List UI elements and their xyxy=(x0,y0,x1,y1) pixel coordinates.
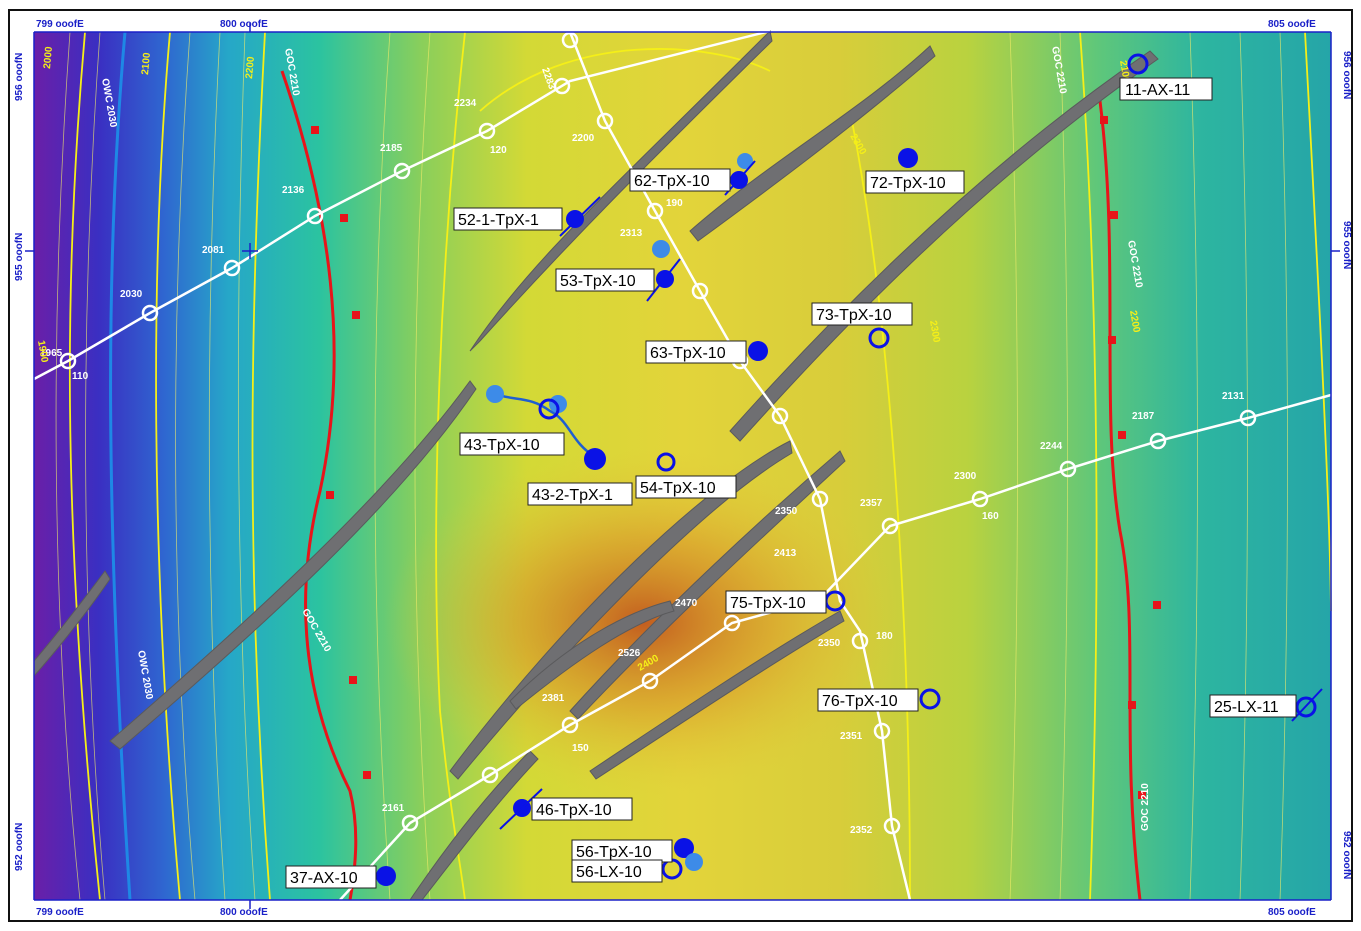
station-label: 2161 xyxy=(382,803,405,814)
station-label: 150 xyxy=(572,743,589,754)
contour-label: 2200 xyxy=(244,56,257,80)
map-frame: 2200 2283 2200 2313 190 1965 110 2030 20… xyxy=(8,9,1353,922)
goc-label: GOC 2210 xyxy=(1140,783,1151,831)
station-label: 180 xyxy=(876,631,893,642)
station-label: 2244 xyxy=(1040,441,1063,452)
well-marker[interactable] xyxy=(685,853,703,871)
easting-label: 805 ooofE xyxy=(1268,907,1316,918)
station-label: 2350 xyxy=(775,506,798,517)
station-label: 2352 xyxy=(850,825,873,836)
well-label[interactable]: 52-1-TpX-1 xyxy=(458,212,539,229)
northing-label: 952 ooofN xyxy=(1341,831,1351,879)
station-label: 110 xyxy=(72,371,89,382)
station-label: 190 xyxy=(666,198,683,209)
contour-label: 2100 xyxy=(140,52,153,76)
easting-label: 805 ooofE xyxy=(1268,19,1316,30)
well-label[interactable]: 63-TpX-10 xyxy=(650,345,726,362)
well-label[interactable]: 37-AX-10 xyxy=(290,870,358,887)
station-label: 2526 xyxy=(618,648,641,659)
station-label: 2187 xyxy=(1132,411,1155,422)
well-label[interactable]: 46-TpX-10 xyxy=(536,802,612,819)
station-label: 2300 xyxy=(954,471,977,482)
station-label: 2136 xyxy=(282,185,305,196)
northing-label: 952 ooofN xyxy=(14,823,25,871)
station-label: 2313 xyxy=(620,228,643,239)
station-label: 2381 xyxy=(542,693,565,704)
station-label: 2185 xyxy=(380,143,403,154)
structure-map[interactable]: 2200 2283 2200 2313 190 1965 110 2030 20… xyxy=(10,11,1351,920)
contour-label: 2000 xyxy=(42,46,55,70)
station-label: 120 xyxy=(490,145,507,156)
well-marker[interactable] xyxy=(376,866,396,886)
station-label: 2200 xyxy=(558,21,581,32)
easting-label: 800 ooofE xyxy=(220,907,268,918)
station-label: 2234 xyxy=(454,98,477,109)
station-label: 2357 xyxy=(860,498,883,509)
well-label[interactable]: 72-TpX-10 xyxy=(870,175,946,192)
well-marker[interactable] xyxy=(486,385,504,403)
well-label[interactable]: 25-LX-11 xyxy=(1214,699,1279,716)
well-label[interactable]: 11-AX-11 xyxy=(1125,82,1190,99)
northing-label: 955 ooofN xyxy=(14,233,25,281)
easting-label: 800 ooofE xyxy=(220,19,268,30)
well-marker[interactable] xyxy=(652,240,670,258)
well-label[interactable]: 53-TpX-10 xyxy=(560,273,636,290)
well-label[interactable]: 73-TpX-10 xyxy=(816,307,892,324)
northing-label: 955 ooofN xyxy=(1341,221,1351,269)
station-label: 160 xyxy=(982,511,999,522)
station-label: 2081 xyxy=(202,245,225,256)
northing-label: 956 ooofN xyxy=(14,53,25,101)
well-label[interactable]: 43-TpX-10 xyxy=(464,437,540,454)
well-label[interactable]: 56-TpX-10 xyxy=(576,844,652,861)
well-marker[interactable] xyxy=(566,210,584,228)
easting-label: 799 ooofE xyxy=(36,907,84,918)
station-label: 2413 xyxy=(774,548,797,559)
well-label[interactable]: 76-TpX-10 xyxy=(822,693,898,710)
station-label: 2470 xyxy=(675,598,698,609)
well-label[interactable]: 43-2-TpX-1 xyxy=(532,487,613,504)
station-label: 2350 xyxy=(818,638,841,649)
station-label: 2351 xyxy=(840,731,863,742)
well-marker[interactable] xyxy=(584,448,606,470)
well-label[interactable]: 75-TpX-10 xyxy=(730,595,806,612)
station-label: 2131 xyxy=(1222,391,1245,402)
well-marker[interactable] xyxy=(748,341,768,361)
well-label[interactable]: 56-LX-10 xyxy=(576,864,642,881)
well-label[interactable]: 62-TpX-10 xyxy=(634,173,710,190)
station-label: 2030 xyxy=(120,289,143,300)
northing-label: 956 ooofN xyxy=(1341,51,1351,99)
structural-high xyxy=(34,32,1331,900)
well-label[interactable]: 54-TpX-10 xyxy=(640,480,716,497)
station-label: 2200 xyxy=(572,133,595,144)
well-marker[interactable] xyxy=(898,148,918,168)
easting-label: 799 ooofE xyxy=(36,19,84,30)
